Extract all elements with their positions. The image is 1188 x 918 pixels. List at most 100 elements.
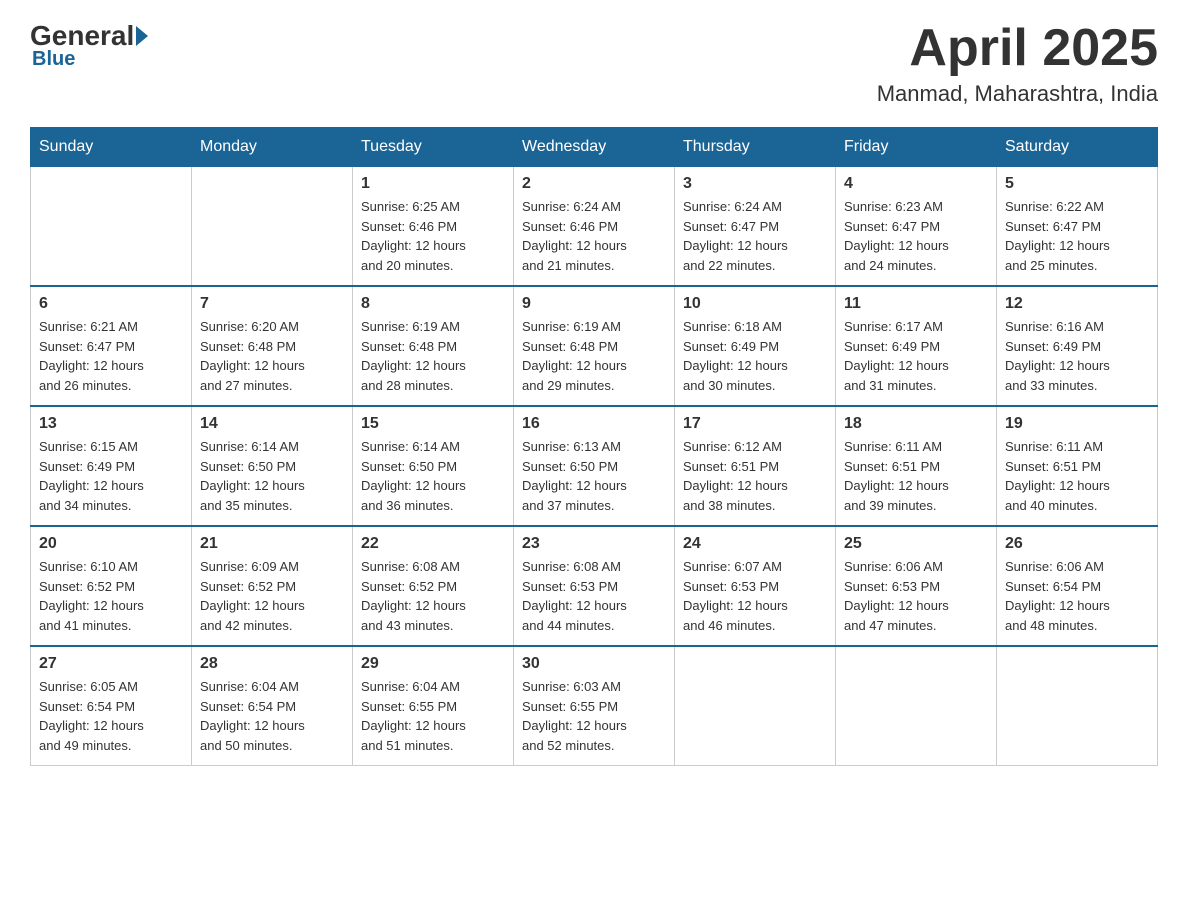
calendar-cell: 13 Sunrise: 6:15 AMSunset: 6:49 PMDayligh… [31, 406, 192, 526]
calendar-header-row: SundayMondayTuesdayWednesdayThursdayFrid… [31, 128, 1158, 167]
day-number: 20 [39, 535, 183, 553]
day-number: 26 [1005, 535, 1149, 553]
day-number: 28 [200, 655, 344, 673]
calendar-cell: 21 Sunrise: 6:09 AMSunset: 6:52 PMDayligh… [192, 526, 353, 646]
day-number: 4 [844, 175, 988, 193]
day-number: 7 [200, 295, 344, 313]
calendar-header-thursday: Thursday [675, 128, 836, 167]
day-info: Sunrise: 6:20 AMSunset: 6:48 PMDaylight:… [200, 317, 344, 395]
day-number: 13 [39, 415, 183, 433]
calendar-cell: 4 Sunrise: 6:23 AMSunset: 6:47 PMDaylight… [836, 167, 997, 287]
day-number: 21 [200, 535, 344, 553]
calendar-cell: 12 Sunrise: 6:16 AMSunset: 6:49 PMDayligh… [997, 286, 1158, 406]
logo: General Blue [30, 20, 150, 71]
calendar-cell: 11Sunrise: 6:17 AMSunset: 6:49 PMDayligh… [836, 286, 997, 406]
day-number: 16 [522, 415, 666, 433]
day-number: 27 [39, 655, 183, 673]
location: Manmad, Maharashtra, India [877, 81, 1158, 107]
calendar-cell: 8 Sunrise: 6:19 AMSunset: 6:48 PMDaylight… [353, 286, 514, 406]
calendar-cell: 18 Sunrise: 6:11 AMSunset: 6:51 PMDayligh… [836, 406, 997, 526]
day-number: 17 [683, 415, 827, 433]
day-info: Sunrise: 6:09 AMSunset: 6:52 PMDaylight:… [200, 557, 344, 635]
day-info: Sunrise: 6:25 AMSunset: 6:46 PMDaylight:… [361, 197, 505, 275]
day-number: 6 [39, 295, 183, 313]
calendar-cell: 19 Sunrise: 6:11 AMSunset: 6:51 PMDayligh… [997, 406, 1158, 526]
day-number: 5 [1005, 175, 1149, 193]
day-info: Sunrise: 6:06 AMSunset: 6:53 PMDaylight:… [844, 557, 988, 635]
calendar-header-saturday: Saturday [997, 128, 1158, 167]
day-number: 12 [1005, 295, 1149, 313]
day-info: Sunrise: 6:15 AMSunset: 6:49 PMDaylight:… [39, 437, 183, 515]
logo-arrow-icon [136, 26, 148, 46]
day-info: Sunrise: 6:19 AMSunset: 6:48 PMDaylight:… [361, 317, 505, 395]
day-number: 15 [361, 415, 505, 433]
calendar-cell [192, 167, 353, 287]
calendar-cell: 15Sunrise: 6:14 AMSunset: 6:50 PMDayligh… [353, 406, 514, 526]
calendar-cell [31, 167, 192, 287]
calendar-week-row: 1 Sunrise: 6:25 AMSunset: 6:46 PMDaylight… [31, 167, 1158, 287]
calendar-cell: 28Sunrise: 6:04 AMSunset: 6:54 PMDayligh… [192, 646, 353, 766]
calendar-cell: 17 Sunrise: 6:12 AMSunset: 6:51 PMDayligh… [675, 406, 836, 526]
calendar-header-friday: Friday [836, 128, 997, 167]
day-info: Sunrise: 6:14 AMSunset: 6:50 PMDaylight:… [200, 437, 344, 515]
day-info: Sunrise: 6:08 AMSunset: 6:53 PMDaylight:… [522, 557, 666, 635]
day-number: 25 [844, 535, 988, 553]
day-number: 10 [683, 295, 827, 313]
calendar-cell: 23Sunrise: 6:08 AMSunset: 6:53 PMDayligh… [514, 526, 675, 646]
day-info: Sunrise: 6:11 AMSunset: 6:51 PMDaylight:… [844, 437, 988, 515]
day-info: Sunrise: 6:23 AMSunset: 6:47 PMDaylight:… [844, 197, 988, 275]
calendar-cell: 16Sunrise: 6:13 AMSunset: 6:50 PMDayligh… [514, 406, 675, 526]
day-info: Sunrise: 6:12 AMSunset: 6:51 PMDaylight:… [683, 437, 827, 515]
day-info: Sunrise: 6:06 AMSunset: 6:54 PMDaylight:… [1005, 557, 1149, 635]
calendar-week-row: 6 Sunrise: 6:21 AMSunset: 6:47 PMDaylight… [31, 286, 1158, 406]
day-info: Sunrise: 6:22 AMSunset: 6:47 PMDaylight:… [1005, 197, 1149, 275]
calendar-cell: 30 Sunrise: 6:03 AMSunset: 6:55 PMDayligh… [514, 646, 675, 766]
day-number: 3 [683, 175, 827, 193]
day-number: 18 [844, 415, 988, 433]
month-title: April 2025 [877, 20, 1158, 77]
calendar-cell: 9 Sunrise: 6:19 AMSunset: 6:48 PMDaylight… [514, 286, 675, 406]
day-info: Sunrise: 6:04 AMSunset: 6:55 PMDaylight:… [361, 677, 505, 755]
calendar-cell: 14 Sunrise: 6:14 AMSunset: 6:50 PMDayligh… [192, 406, 353, 526]
calendar-cell: 1 Sunrise: 6:25 AMSunset: 6:46 PMDaylight… [353, 167, 514, 287]
day-number: 30 [522, 655, 666, 673]
day-info: Sunrise: 6:05 AMSunset: 6:54 PMDaylight:… [39, 677, 183, 755]
day-info: Sunrise: 6:03 AMSunset: 6:55 PMDaylight:… [522, 677, 666, 755]
calendar-cell: 10 Sunrise: 6:18 AMSunset: 6:49 PMDayligh… [675, 286, 836, 406]
calendar-cell [836, 646, 997, 766]
day-number: 14 [200, 415, 344, 433]
calendar-header-sunday: Sunday [31, 128, 192, 167]
day-number: 24 [683, 535, 827, 553]
day-number: 8 [361, 295, 505, 313]
calendar-cell: 3Sunrise: 6:24 AMSunset: 6:47 PMDaylight… [675, 167, 836, 287]
day-info: Sunrise: 6:08 AMSunset: 6:52 PMDaylight:… [361, 557, 505, 635]
day-info: Sunrise: 6:18 AMSunset: 6:49 PMDaylight:… [683, 317, 827, 395]
calendar-cell: 26 Sunrise: 6:06 AMSunset: 6:54 PMDayligh… [997, 526, 1158, 646]
day-number: 1 [361, 175, 505, 193]
calendar-header-wednesday: Wednesday [514, 128, 675, 167]
calendar-header-tuesday: Tuesday [353, 128, 514, 167]
calendar-cell: 20 Sunrise: 6:10 AMSunset: 6:52 PMDayligh… [31, 526, 192, 646]
calendar-cell: 6 Sunrise: 6:21 AMSunset: 6:47 PMDaylight… [31, 286, 192, 406]
calendar-table: SundayMondayTuesdayWednesdayThursdayFrid… [30, 127, 1158, 766]
calendar-cell: 5 Sunrise: 6:22 AMSunset: 6:47 PMDaylight… [997, 167, 1158, 287]
calendar-cell: 7 Sunrise: 6:20 AMSunset: 6:48 PMDaylight… [192, 286, 353, 406]
day-number: 9 [522, 295, 666, 313]
day-info: Sunrise: 6:21 AMSunset: 6:47 PMDaylight:… [39, 317, 183, 395]
day-info: Sunrise: 6:10 AMSunset: 6:52 PMDaylight:… [39, 557, 183, 635]
logo-blue: Blue [32, 48, 75, 71]
calendar-cell: 25 Sunrise: 6:06 AMSunset: 6:53 PMDayligh… [836, 526, 997, 646]
calendar-cell: 2Sunrise: 6:24 AMSunset: 6:46 PMDaylight… [514, 167, 675, 287]
calendar-cell [997, 646, 1158, 766]
calendar-week-row: 27 Sunrise: 6:05 AMSunset: 6:54 PMDayligh… [31, 646, 1158, 766]
day-info: Sunrise: 6:07 AMSunset: 6:53 PMDaylight:… [683, 557, 827, 635]
title-section: April 2025 Manmad, Maharashtra, India [877, 20, 1158, 107]
day-number: 19 [1005, 415, 1149, 433]
day-info: Sunrise: 6:17 AMSunset: 6:49 PMDaylight:… [844, 317, 988, 395]
day-info: Sunrise: 6:24 AMSunset: 6:46 PMDaylight:… [522, 197, 666, 275]
calendar-header-monday: Monday [192, 128, 353, 167]
day-info: Sunrise: 6:19 AMSunset: 6:48 PMDaylight:… [522, 317, 666, 395]
day-info: Sunrise: 6:11 AMSunset: 6:51 PMDaylight:… [1005, 437, 1149, 515]
calendar-week-row: 20 Sunrise: 6:10 AMSunset: 6:52 PMDayligh… [31, 526, 1158, 646]
day-info: Sunrise: 6:16 AMSunset: 6:49 PMDaylight:… [1005, 317, 1149, 395]
